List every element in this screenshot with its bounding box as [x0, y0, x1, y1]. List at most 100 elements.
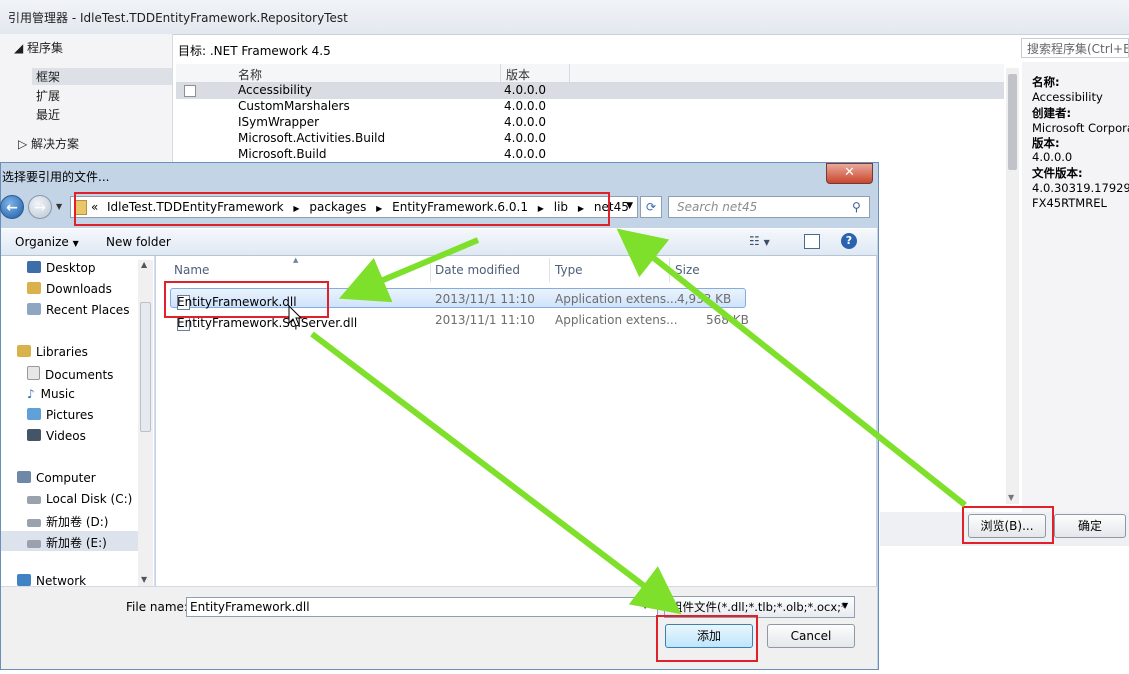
tree-item-recent[interactable]: 最近: [36, 106, 60, 123]
detail-file-version-extra: FX45RTMREL: [1032, 196, 1107, 210]
search-icon[interactable]: ⚲: [852, 200, 861, 214]
nav-item-drive-e[interactable]: 新加卷 (E:): [1, 531, 138, 551]
assembly-row[interactable]: ISymWrapper 4.0.0.0: [176, 115, 1004, 131]
nav-item-pictures[interactable]: Pictures: [27, 408, 94, 422]
file-row[interactable]: EntityFramework.dll 2013/11/1 11:10 Appl…: [170, 288, 746, 310]
assembly-checkbox[interactable]: [184, 85, 196, 97]
chevron-right-icon[interactable]: ▶: [293, 204, 299, 213]
scroll-up-icon[interactable]: ▲: [141, 260, 147, 269]
organize-button[interactable]: Organize ▼: [15, 235, 79, 249]
navigation-pane: Desktop Downloads Recent Places Librarie…: [1, 256, 155, 586]
column-type[interactable]: Type: [555, 263, 583, 277]
back-arrow-icon[interactable]: ←: [0, 195, 24, 219]
assembly-search-input[interactable]: 搜索程序集(Ctrl+E): [1021, 38, 1129, 58]
nav-item-recent-places[interactable]: Recent Places: [27, 303, 129, 317]
nav-item-music[interactable]: ♪ Music: [27, 387, 75, 401]
chevron-right-icon[interactable]: ▶: [578, 204, 584, 213]
chevron-right-icon[interactable]: ▶: [538, 204, 544, 213]
column-date-modified[interactable]: Date modified: [435, 263, 520, 277]
reference-manager-title: 引用管理器 - IdleTest.TDDEntityFramework.Repo…: [8, 11, 348, 25]
browse-button[interactable]: 浏览(B)...: [968, 514, 1046, 538]
nav-item-downloads[interactable]: Downloads: [27, 282, 112, 296]
breadcrumb-item[interactable]: IdleTest.TDDEntityFramework: [107, 200, 284, 214]
view-options-icon[interactable]: ☷ ▼: [749, 234, 770, 248]
nav-item-network[interactable]: Network: [17, 574, 86, 586]
pictures-icon: [27, 408, 41, 420]
detail-file-version-value: 4.0.30319.17929 bu: [1032, 181, 1129, 195]
nav-item-desktop[interactable]: Desktop: [27, 261, 96, 275]
assembly-row[interactable]: Microsoft.Build 4.0.0.0: [176, 147, 1004, 163]
assembly-version: 4.0.0.0: [504, 99, 546, 113]
search-input[interactable]: Search net45: [668, 196, 870, 218]
forward-arrow-icon[interactable]: →: [28, 195, 52, 219]
file-row[interactable]: EntityFramework.SqlServer.dll 2013/11/1 …: [170, 310, 749, 331]
scrollbar-thumb[interactable]: [1008, 74, 1017, 170]
ok-button[interactable]: 确定: [1054, 514, 1126, 538]
navigation-scrollbar[interactable]: ▲ ▼: [138, 260, 153, 586]
nav-item-libraries[interactable]: Libraries: [17, 345, 88, 359]
nav-item-documents[interactable]: Documents: [27, 366, 113, 382]
column-name[interactable]: Name: [174, 263, 209, 277]
column-divider: [569, 64, 570, 82]
detail-file-version-label: 文件版本:: [1032, 166, 1083, 180]
assembly-list-scrollbar[interactable]: ▼: [1006, 68, 1019, 504]
column-name[interactable]: 名称: [238, 66, 262, 83]
chevron-right-icon[interactable]: ▶: [376, 204, 382, 213]
assembly-row[interactable]: Accessibility 4.0.0.0: [176, 83, 1004, 99]
dialog-title: 选择要引用的文件...: [2, 170, 110, 184]
breadcrumb-item[interactable]: packages: [309, 200, 366, 214]
column-version[interactable]: 版本: [506, 66, 530, 83]
file-type-dropdown-icon[interactable]: ▼: [842, 601, 848, 610]
address-bar[interactable]: « IdleTest.TDDEntityFramework ▶ packages…: [70, 196, 638, 218]
solution-section[interactable]: ▷ 解决方案: [18, 135, 79, 152]
assemblies-section[interactable]: ◢ 程序集: [14, 39, 63, 56]
breadcrumb-item[interactable]: EntityFramework.6.0.1: [392, 200, 528, 214]
help-icon[interactable]: ?: [841, 233, 857, 249]
network-icon: [17, 574, 31, 586]
downloads-icon: [27, 282, 41, 294]
detail-creator-label: 创建者:: [1032, 106, 1072, 120]
nav-item-computer[interactable]: Computer: [17, 471, 96, 485]
refresh-icon[interactable]: ⟳: [640, 196, 662, 218]
assembly-row[interactable]: CustomMarshalers 4.0.0.0: [176, 99, 1004, 115]
close-button[interactable]: ✕: [826, 163, 873, 184]
assembly-list-header: [176, 64, 1004, 83]
scrollbar-thumb[interactable]: [140, 302, 151, 432]
drive-icon: [27, 496, 41, 504]
column-divider: [669, 258, 670, 282]
nav-item-videos[interactable]: Videos: [27, 429, 86, 443]
file-type-select[interactable]: 组件文件(*.dll;*.tlb;*.olb;*.ocx;*: [664, 596, 855, 618]
breadcrumb-item[interactable]: net45: [594, 200, 629, 214]
cancel-button[interactable]: Cancel: [767, 624, 855, 648]
tree-item-framework[interactable]: 框架: [32, 68, 172, 85]
sort-indicator-icon: ▲: [293, 256, 299, 264]
assembly-version: 4.0.0.0: [504, 147, 546, 161]
detail-name-value: Accessibility: [1032, 90, 1103, 104]
preview-pane-icon[interactable]: [804, 234, 820, 249]
column-divider: [430, 258, 431, 282]
file-size: 4,933 KB: [677, 292, 732, 306]
add-button[interactable]: 添加: [665, 624, 753, 648]
history-dropdown-icon[interactable]: ▼: [56, 202, 62, 211]
scroll-down-icon[interactable]: ▼: [1008, 493, 1014, 502]
file-name-dropdown-icon[interactable]: ▼: [642, 601, 648, 610]
nav-item-drive-d[interactable]: 新加卷 (D:): [27, 513, 108, 530]
dialog-toolbar: Organize ▼ New folder ☷ ▼ ?: [1, 228, 877, 256]
folder-icon: [75, 200, 87, 215]
assembly-name: CustomMarshalers: [238, 99, 350, 113]
documents-icon: [27, 366, 40, 380]
breadcrumb-overflow-icon[interactable]: «: [91, 200, 98, 214]
detail-version-value: 4.0.0.0: [1032, 150, 1073, 164]
address-dropdown-icon[interactable]: ▼: [626, 201, 633, 211]
assembly-row[interactable]: Microsoft.Activities.Build 4.0.0.0: [176, 131, 1004, 147]
scroll-down-icon[interactable]: ▼: [141, 575, 147, 584]
nav-item-drive-c[interactable]: Local Disk (C:): [27, 492, 132, 506]
breadcrumb-item[interactable]: lib: [554, 200, 568, 214]
desktop-icon: [27, 261, 41, 273]
new-folder-button[interactable]: New folder: [106, 235, 171, 249]
tree-item-extensions[interactable]: 扩展: [36, 87, 60, 104]
file-name-input[interactable]: EntityFramework.dll: [186, 597, 658, 617]
column-size[interactable]: Size: [675, 263, 700, 277]
file-type-value: 组件文件(*.dll;*.tlb;*.olb;*.ocx;*: [671, 600, 847, 614]
file-type: Application extens...: [555, 313, 678, 327]
